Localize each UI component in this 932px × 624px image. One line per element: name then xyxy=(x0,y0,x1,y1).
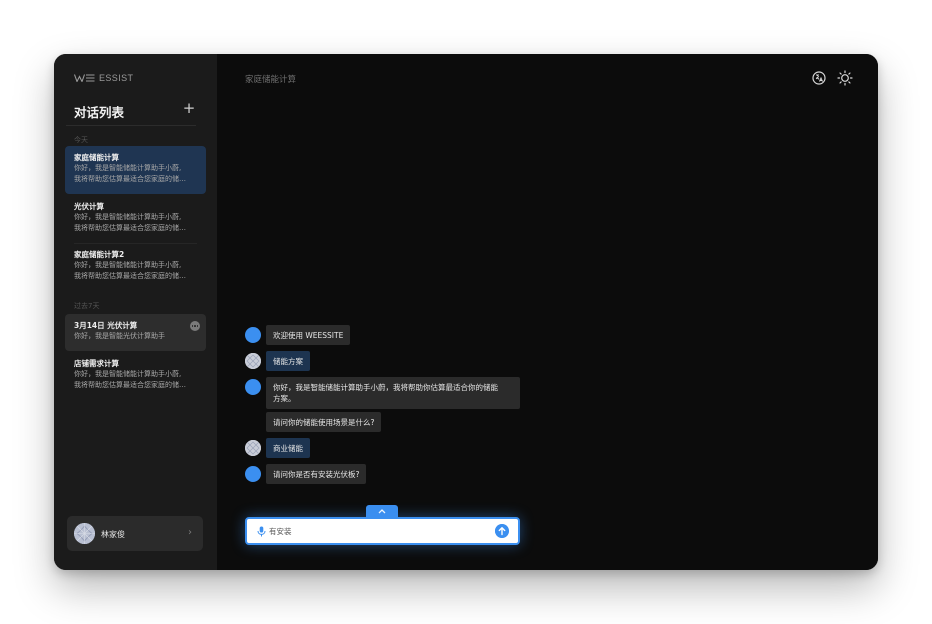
user-name: 林家俊 xyxy=(101,530,125,539)
conversation-preview: 我将帮助您估算最适合您家庭的储… xyxy=(74,223,186,232)
conversation-preview: 你好，我是智能储能计算助手小蔚, xyxy=(74,370,182,378)
app-logo: ESSIST xyxy=(74,72,133,84)
conversation-item[interactable]: 3月14日 光伏计算 你好，我是智能光伏计算助手 xyxy=(65,314,206,351)
conversation-title: 家庭储能计算2 xyxy=(74,250,125,259)
conversation-preview: 我将帮助您估算最适合您家庭的储… xyxy=(74,174,186,183)
divider xyxy=(66,125,196,126)
group-label-today: 今天 xyxy=(74,136,88,144)
conversation-item[interactable]: 家庭储能计算 你好，我是智能储能计算助手小蔚, 我将帮助您估算最适合您家庭的储… xyxy=(65,146,206,194)
assistant-message: 请问你的储能使用场景是什么? xyxy=(266,412,382,432)
message-input[interactable] xyxy=(269,522,489,540)
message-line: 方案。 xyxy=(273,394,296,403)
message-line: 你好，我是智能储能计算助手小蔚，我将帮助你估算最适合你的储能 xyxy=(273,383,498,392)
conversation-preview: 你好，我是智能储能计算助手小蔚, xyxy=(74,261,182,269)
conversation-preview: 你好，我是智能储能计算助手小蔚, xyxy=(74,213,182,221)
user-profile-card[interactable]: 林家俊 › xyxy=(67,516,203,551)
theme-sun-icon[interactable] xyxy=(837,70,853,86)
more-options-icon[interactable] xyxy=(190,321,200,331)
group-label-past-7-days: 过去7天 xyxy=(74,302,100,310)
user-avatar xyxy=(245,440,261,456)
chat-panel: 家庭储能计算 欢迎使用 WEESSITE 储能方案 你好，我是智能储能计算助手小… xyxy=(217,54,878,570)
message-composer xyxy=(245,517,520,545)
chevron-right-icon: › xyxy=(188,527,192,538)
assistant-avatar xyxy=(245,466,261,482)
assistant-avatar xyxy=(245,327,261,343)
logo-mark-icon xyxy=(74,74,95,82)
conversation-preview: 我将帮助您估算最适合您家庭的储… xyxy=(74,380,186,389)
conversation-preview: 你好，我是智能储能计算助手小蔚, xyxy=(74,164,182,172)
app-window: ESSIST 对话列表 + 今天 家庭储能计算 你好，我是智能储能计算助手小蔚,… xyxy=(54,54,878,570)
conversation-title: 家庭储能计算 xyxy=(74,153,119,162)
new-conversation-button[interactable]: + xyxy=(182,101,196,116)
conversation-item[interactable]: 家庭储能计算2 你好，我是智能储能计算助手小蔚, 我将帮助您估算最适合您家庭的储… xyxy=(65,243,206,290)
assistant-avatar xyxy=(245,379,261,395)
conversation-preview: 你好，我是智能光伏计算助手 xyxy=(74,332,165,340)
conversation-list-title: 对话列表 xyxy=(74,105,125,120)
assistant-message: 欢迎使用 WEESSITE xyxy=(266,325,351,345)
conversation-item[interactable]: 店铺需求计算 你好，我是智能储能计算助手小蔚, 我将帮助您估算最适合您家庭的储… xyxy=(65,352,206,399)
conversation-preview: 我将帮助您估算最适合您家庭的储… xyxy=(74,271,186,280)
chevron-up-icon xyxy=(378,508,386,513)
language-icon[interactable] xyxy=(811,70,827,86)
page-title: 家庭储能计算 xyxy=(245,75,297,85)
send-icon[interactable] xyxy=(495,524,509,538)
conversation-title: 3月14日 光伏计算 xyxy=(74,321,138,330)
sidebar: ESSIST 对话列表 + 今天 家庭储能计算 你好，我是智能储能计算助手小蔚,… xyxy=(54,54,217,570)
microphone-icon[interactable] xyxy=(257,526,266,537)
assistant-message: 请问你是否有安装光伏板? xyxy=(266,464,367,484)
user-avatar xyxy=(245,353,261,369)
conversation-title: 光伏计算 xyxy=(74,202,104,211)
conversation-title: 店铺需求计算 xyxy=(74,359,119,368)
logo-text: ESSIST xyxy=(99,73,134,83)
user-message: 商业储能 xyxy=(266,438,310,458)
assistant-message: 你好，我是智能储能计算助手小蔚，我将帮助你估算最适合你的储能 方案。 xyxy=(266,377,520,409)
avatar xyxy=(74,523,95,544)
expand-suggestions-button[interactable] xyxy=(366,505,398,517)
user-message: 储能方案 xyxy=(266,351,310,371)
conversation-item[interactable]: 光伏计算 你好，我是智能储能计算助手小蔚, 我将帮助您估算最适合您家庭的储… xyxy=(65,195,206,242)
